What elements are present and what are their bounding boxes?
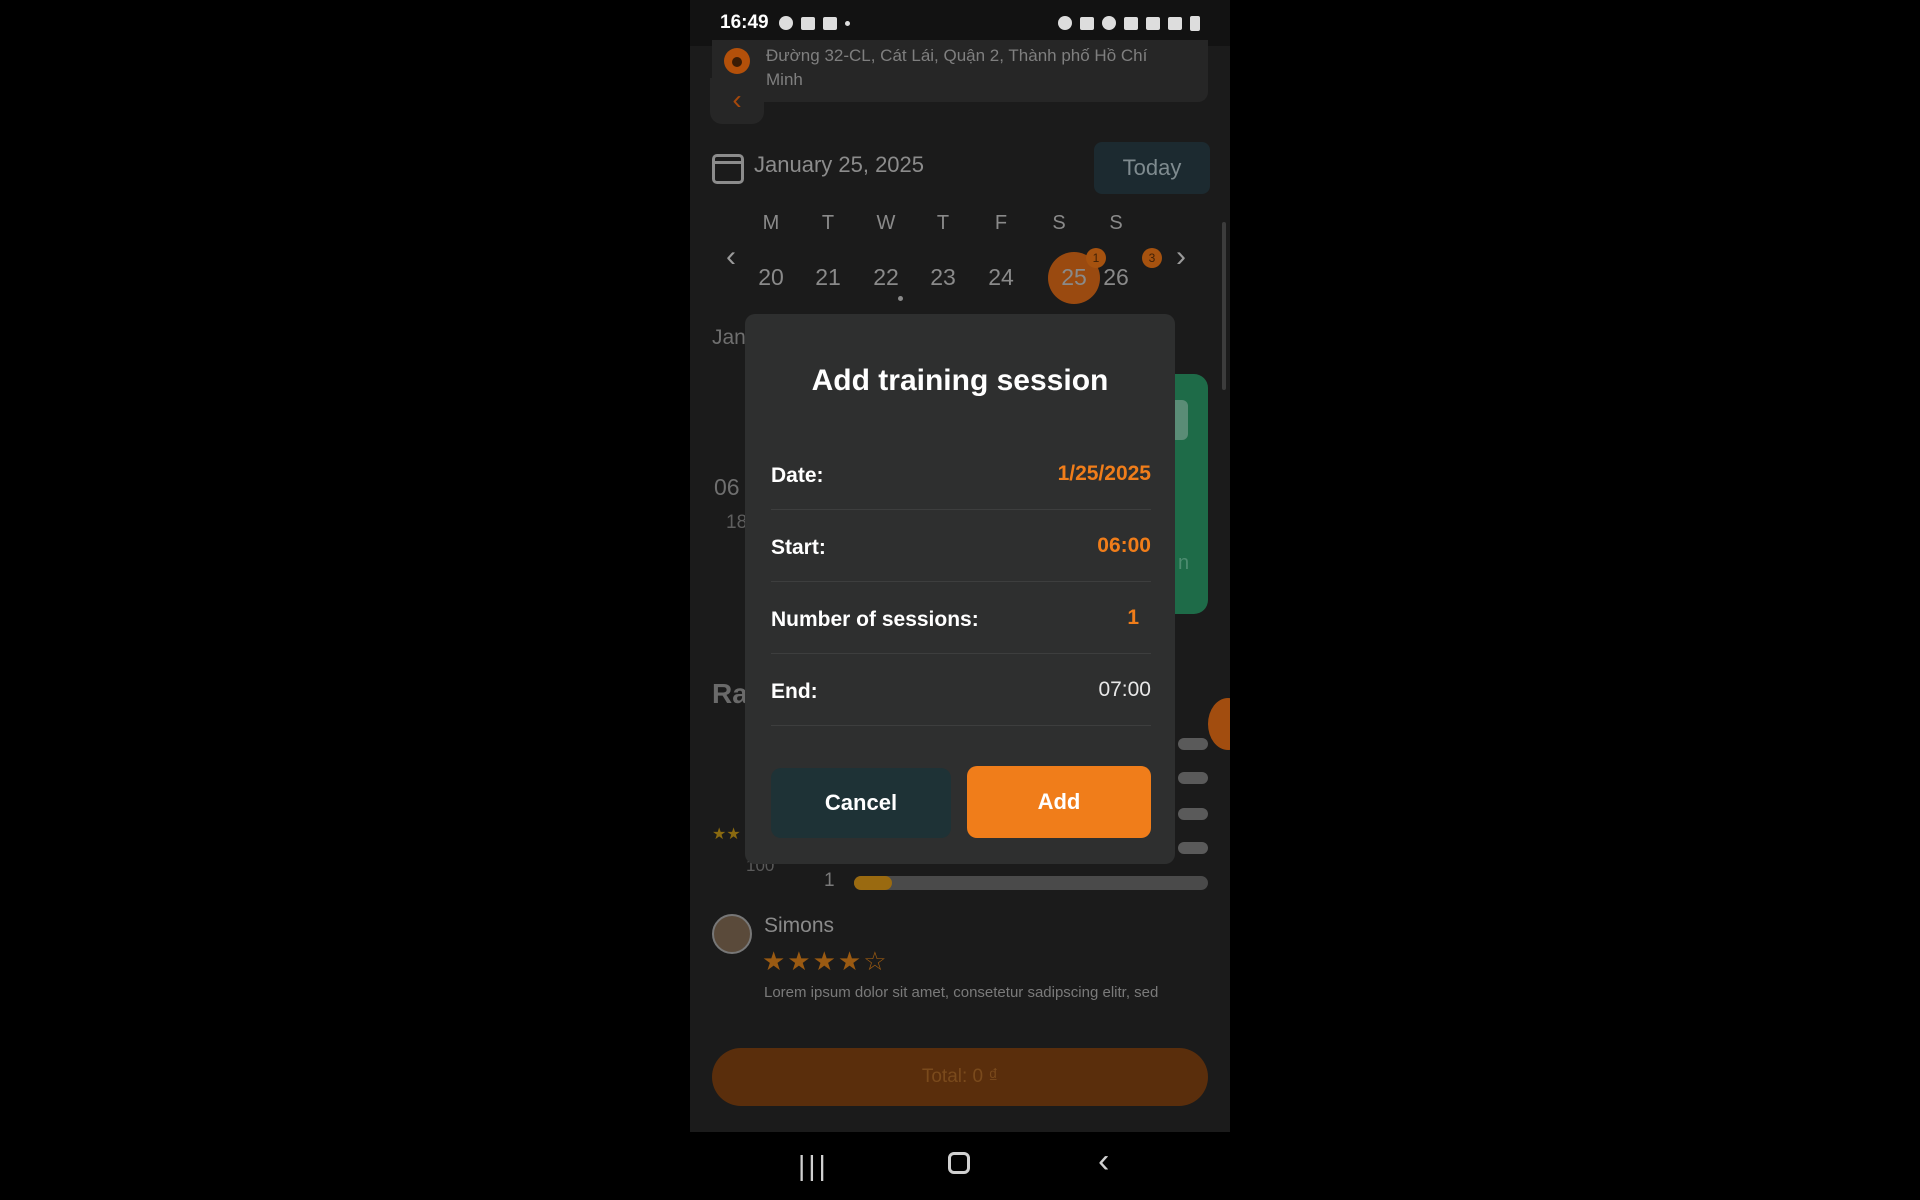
rating-bar: [1178, 738, 1208, 750]
month-label: Jan: [712, 326, 746, 349]
weekday-label: W: [876, 212, 896, 234]
reviewer-name: Simons: [764, 914, 835, 937]
session-card-chip: [1174, 400, 1188, 440]
volte-icon: [1124, 16, 1138, 30]
average-rating-stars: ★★: [712, 826, 741, 843]
day-cell[interactable]: 26: [1096, 264, 1136, 291]
day-cell[interactable]: 21: [808, 264, 848, 291]
date-label: Date:: [771, 464, 824, 487]
start-value[interactable]: 06:00: [1097, 534, 1151, 558]
back-icon[interactable]: ‹: [1098, 1142, 1109, 1181]
day-cell[interactable]: 20: [751, 264, 791, 291]
date-value[interactable]: 1/25/2025: [1058, 462, 1151, 486]
status-time: 16:49: [720, 12, 769, 33]
rating-row-label: 1: [824, 870, 835, 891]
phone-screen: 16:49 Đường 32-CL, Cát Lái, Quận 2, Thàn…: [690, 0, 1230, 1200]
sessions-row[interactable]: Number of sessions: 1: [771, 582, 1151, 654]
review-text: Lorem ipsum dolor sit amet, consetetur s…: [764, 984, 1159, 1001]
back-button[interactable]: ‹: [710, 78, 764, 124]
session-count-badge: 1: [1086, 248, 1106, 268]
day-cell[interactable]: 22: [866, 264, 906, 291]
floating-action-button[interactable]: [1208, 698, 1230, 750]
network-4g-icon: [1146, 16, 1160, 30]
sessions-label: Number of sessions:: [771, 608, 979, 631]
weekday-label: T: [936, 212, 950, 234]
location-pin-icon: [724, 48, 750, 74]
weekday-label: S: [1052, 212, 1066, 234]
battery-icon: [1190, 15, 1200, 31]
rating-bar-fill: [854, 876, 892, 890]
messenger-icon: [778, 16, 793, 30]
day-cell-selected[interactable]: 25: [1054, 264, 1094, 291]
ratings-heading: Ra: [712, 678, 748, 709]
video-icon: [822, 16, 837, 30]
rating-bar: [1178, 772, 1208, 784]
notification-dot-icon: [844, 20, 850, 26]
rating-bar: [1178, 842, 1208, 854]
previous-week-chevron-icon[interactable]: ‹: [726, 240, 736, 274]
address-text: Đường 32-CL, Cát Lái, Quận 2, Thành phố …: [766, 46, 1148, 89]
date-row[interactable]: Date: 1/25/2025: [771, 438, 1151, 510]
weekday-label: S: [1109, 212, 1123, 234]
sessions-value[interactable]: 1: [1127, 606, 1139, 630]
next-week-chevron-icon[interactable]: ›: [1176, 240, 1186, 274]
total-button[interactable]: Total: 0 ₫: [712, 1048, 1208, 1106]
alarm-icon: [1058, 16, 1072, 30]
session-card-text: n: [1178, 552, 1190, 574]
home-icon[interactable]: [948, 1152, 970, 1174]
end-label: End:: [771, 680, 818, 703]
day-cell[interactable]: 23: [923, 264, 963, 291]
recents-icon[interactable]: |||: [798, 1150, 829, 1182]
weekday-label: M: [762, 212, 780, 234]
weekday-label: T: [821, 212, 835, 234]
end-row: End: 07:00: [771, 654, 1151, 726]
start-label: Start:: [771, 536, 826, 559]
avatar: [712, 914, 752, 954]
add-button[interactable]: Add: [967, 766, 1151, 838]
end-value: 07:00: [1098, 678, 1151, 701]
day-cell[interactable]: 24: [981, 264, 1021, 291]
event-dot-icon: [898, 296, 903, 301]
today-button[interactable]: Today: [1094, 142, 1210, 194]
current-date: January 25, 2025: [754, 152, 925, 177]
cancel-button[interactable]: Cancel: [771, 768, 951, 838]
calendar-icon: [712, 154, 744, 184]
add-training-session-dialog: Add training session Date: 1/25/2025 Sta…: [745, 314, 1175, 864]
rating-bar: [1178, 808, 1208, 820]
rating-bar-track: [854, 876, 1208, 890]
dialog-title: Add training session: [811, 364, 1109, 397]
start-row[interactable]: Start: 06:00: [771, 510, 1151, 582]
hotspot-icon: [1102, 16, 1116, 30]
mute-icon: [1080, 16, 1094, 30]
signal-icon: [1168, 16, 1182, 30]
schedule-end-time: 18: [726, 512, 748, 533]
review-stars: ★★★★☆: [762, 946, 889, 976]
scrollbar[interactable]: [1222, 222, 1226, 390]
weekday-label: F: [994, 212, 1008, 234]
gallery-icon: [800, 16, 815, 30]
schedule-start-time: 06: [714, 474, 740, 500]
session-count-badge: 3: [1142, 248, 1162, 268]
